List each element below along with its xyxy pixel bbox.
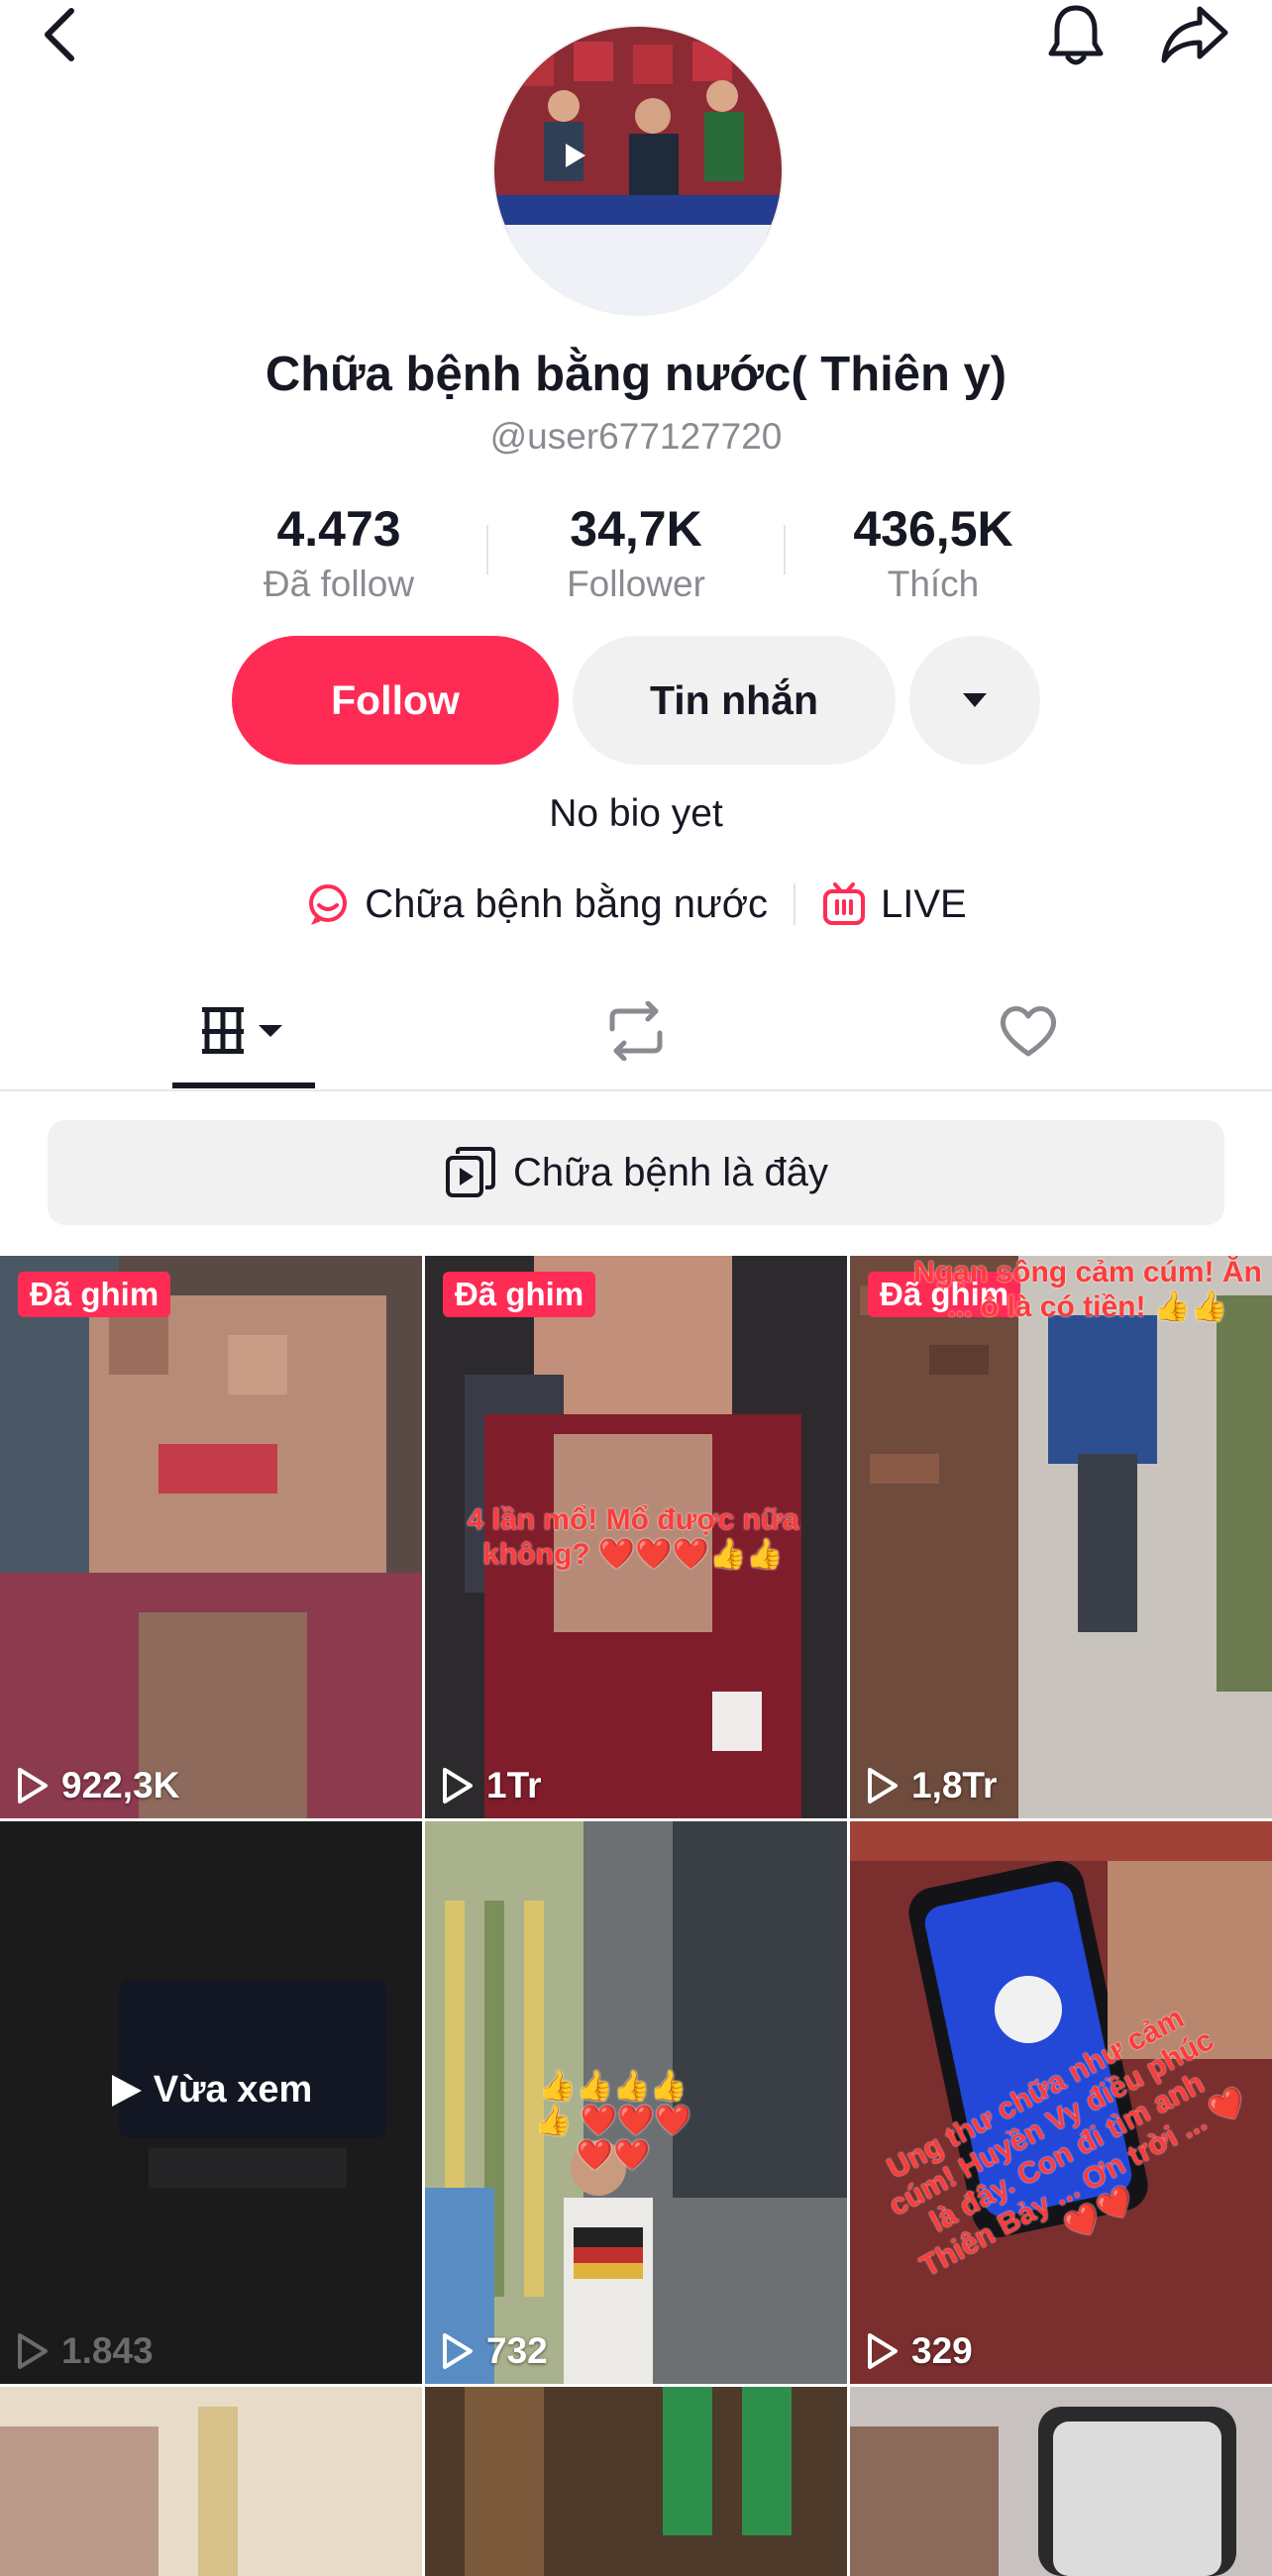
tab-liked[interactable] xyxy=(957,976,1100,1086)
play-icon xyxy=(111,2074,142,2107)
chevron-left-icon xyxy=(45,8,74,61)
share-button[interactable] xyxy=(1155,0,1234,69)
video-caption: Ngạn sông cảm cúm! Ăn ... ô là có tiền! … xyxy=(913,1256,1262,1323)
view-count-value: 1.843 xyxy=(61,2330,154,2371)
stat-likes-value: 436,5K xyxy=(853,501,1013,557)
heart-icon xyxy=(1000,1006,1057,1057)
live-link-label: LIVE xyxy=(881,881,967,926)
channel-link-label: Chữa bệnh bằng nước xyxy=(365,881,768,926)
video-tile[interactable] xyxy=(425,2387,847,2576)
stat-followers[interactable]: 34,7K Follower xyxy=(487,500,785,605)
video-tile[interactable]: Đã ghim Ngạn sông cảm cúm! Ăn ... ô là c… xyxy=(850,1256,1272,1818)
view-count: 1,8Tr xyxy=(866,1765,997,1806)
play-outline-icon xyxy=(868,1768,898,1803)
play-outline-icon xyxy=(868,2333,898,2369)
video-thumbnail xyxy=(0,2387,422,2576)
stat-likes[interactable]: 436,5K Thích xyxy=(785,500,1082,605)
channel-link[interactable]: Chữa bệnh bằng nước xyxy=(305,881,768,927)
view-count: 329 xyxy=(866,2330,973,2372)
chat-bubble-icon xyxy=(309,884,348,925)
view-count-value: 922,3K xyxy=(61,1765,180,1805)
recently-watched-label: Vừa xem xyxy=(153,2069,313,2111)
playlist-icon xyxy=(445,1147,495,1197)
video-thumbnail xyxy=(850,2387,1272,2576)
video-caption: 4 lần mổ! Mổ được nữa không? ❤️❤️❤️👍👍 xyxy=(467,1503,799,1571)
stat-likes-label: Thích xyxy=(887,564,980,604)
avatar[interactable] xyxy=(492,25,784,316)
stat-following-value: 4.473 xyxy=(276,501,401,557)
video-tile[interactable]: Đã ghim 4 lần mổ! Mổ được nữa không? ❤️❤… xyxy=(425,1256,847,1818)
video-thumbnail xyxy=(0,1256,422,1818)
play-outline-icon xyxy=(18,1768,48,1803)
message-button[interactable]: Tin nhắn xyxy=(573,636,896,765)
link-divider xyxy=(794,883,795,925)
tab-videos[interactable] xyxy=(172,976,315,1086)
grid-icon xyxy=(202,1007,282,1054)
recently-watched: Vừa xem xyxy=(0,2069,422,2112)
back-button[interactable] xyxy=(20,0,99,69)
video-thumbnail xyxy=(425,2387,847,2576)
play-outline-icon xyxy=(18,2333,48,2369)
bell-icon xyxy=(1048,5,1104,65)
video-tile[interactable] xyxy=(850,2387,1272,2576)
display-name: Chữa bệnh bằng nước( Thiên y) xyxy=(265,348,1007,401)
stat-following[interactable]: 4.473 Đã follow xyxy=(190,500,487,605)
video-tile[interactable]: Vừa xem 1.843 xyxy=(0,1821,422,2384)
follow-button[interactable]: Follow xyxy=(232,636,559,765)
play-outline-icon xyxy=(443,2333,473,2369)
video-tile[interactable] xyxy=(0,2387,422,2576)
live-link[interactable]: LIVE xyxy=(821,881,967,927)
view-count-value: 329 xyxy=(911,2330,973,2371)
tab-reposts[interactable] xyxy=(565,976,707,1086)
more-options-button[interactable] xyxy=(909,636,1040,765)
notification-button[interactable] xyxy=(1036,0,1115,69)
pinned-badge: Đã ghim xyxy=(18,1272,171,1317)
video-thumbnail xyxy=(850,1256,1272,1818)
view-count: 1.843 xyxy=(16,2330,154,2372)
share-icon xyxy=(1161,6,1228,63)
avatar-image xyxy=(494,27,782,314)
stat-following-label: Đã follow xyxy=(263,564,415,604)
video-tile[interactable]: Ung thư chữa như cảm cúm! Huyền Vy điều … xyxy=(850,1821,1272,2384)
video-tile[interactable]: 👍👍👍👍👍 ❤️❤️❤️❤️❤️ 732 xyxy=(425,1821,847,2384)
view-count: 732 xyxy=(441,2330,548,2372)
playlist-button[interactable]: Chữa bệnh là đây xyxy=(48,1120,1224,1225)
live-tv-icon xyxy=(823,882,865,925)
video-caption: 👍👍👍👍👍 ❤️❤️❤️❤️❤️ xyxy=(535,2070,691,2172)
tab-active-indicator xyxy=(172,1082,315,1088)
view-count-value: 732 xyxy=(486,2330,548,2371)
content-tabs xyxy=(0,976,1272,1091)
view-count: 922,3K xyxy=(16,1765,179,1806)
username: @user677127720 xyxy=(489,416,783,457)
stat-followers-value: 34,7K xyxy=(570,501,702,557)
playlist-label: Chữa bệnh là đây xyxy=(512,1150,829,1194)
view-count-value: 1,8Tr xyxy=(911,1765,998,1805)
pinned-badge: Đã ghim xyxy=(443,1272,596,1317)
play-outline-icon xyxy=(443,1768,473,1803)
repost-icon xyxy=(609,1001,663,1061)
profile-links: Chữa bệnh bằng nước LIVE xyxy=(0,881,1272,927)
caret-down-icon xyxy=(963,693,987,707)
video-tile[interactable]: Đã ghim 922,3K xyxy=(0,1256,422,1818)
view-count: 1Tr xyxy=(441,1765,542,1806)
stat-followers-label: Follower xyxy=(567,564,705,604)
bio-text: No bio yet xyxy=(549,792,723,835)
view-count-value: 1Tr xyxy=(486,1765,542,1805)
